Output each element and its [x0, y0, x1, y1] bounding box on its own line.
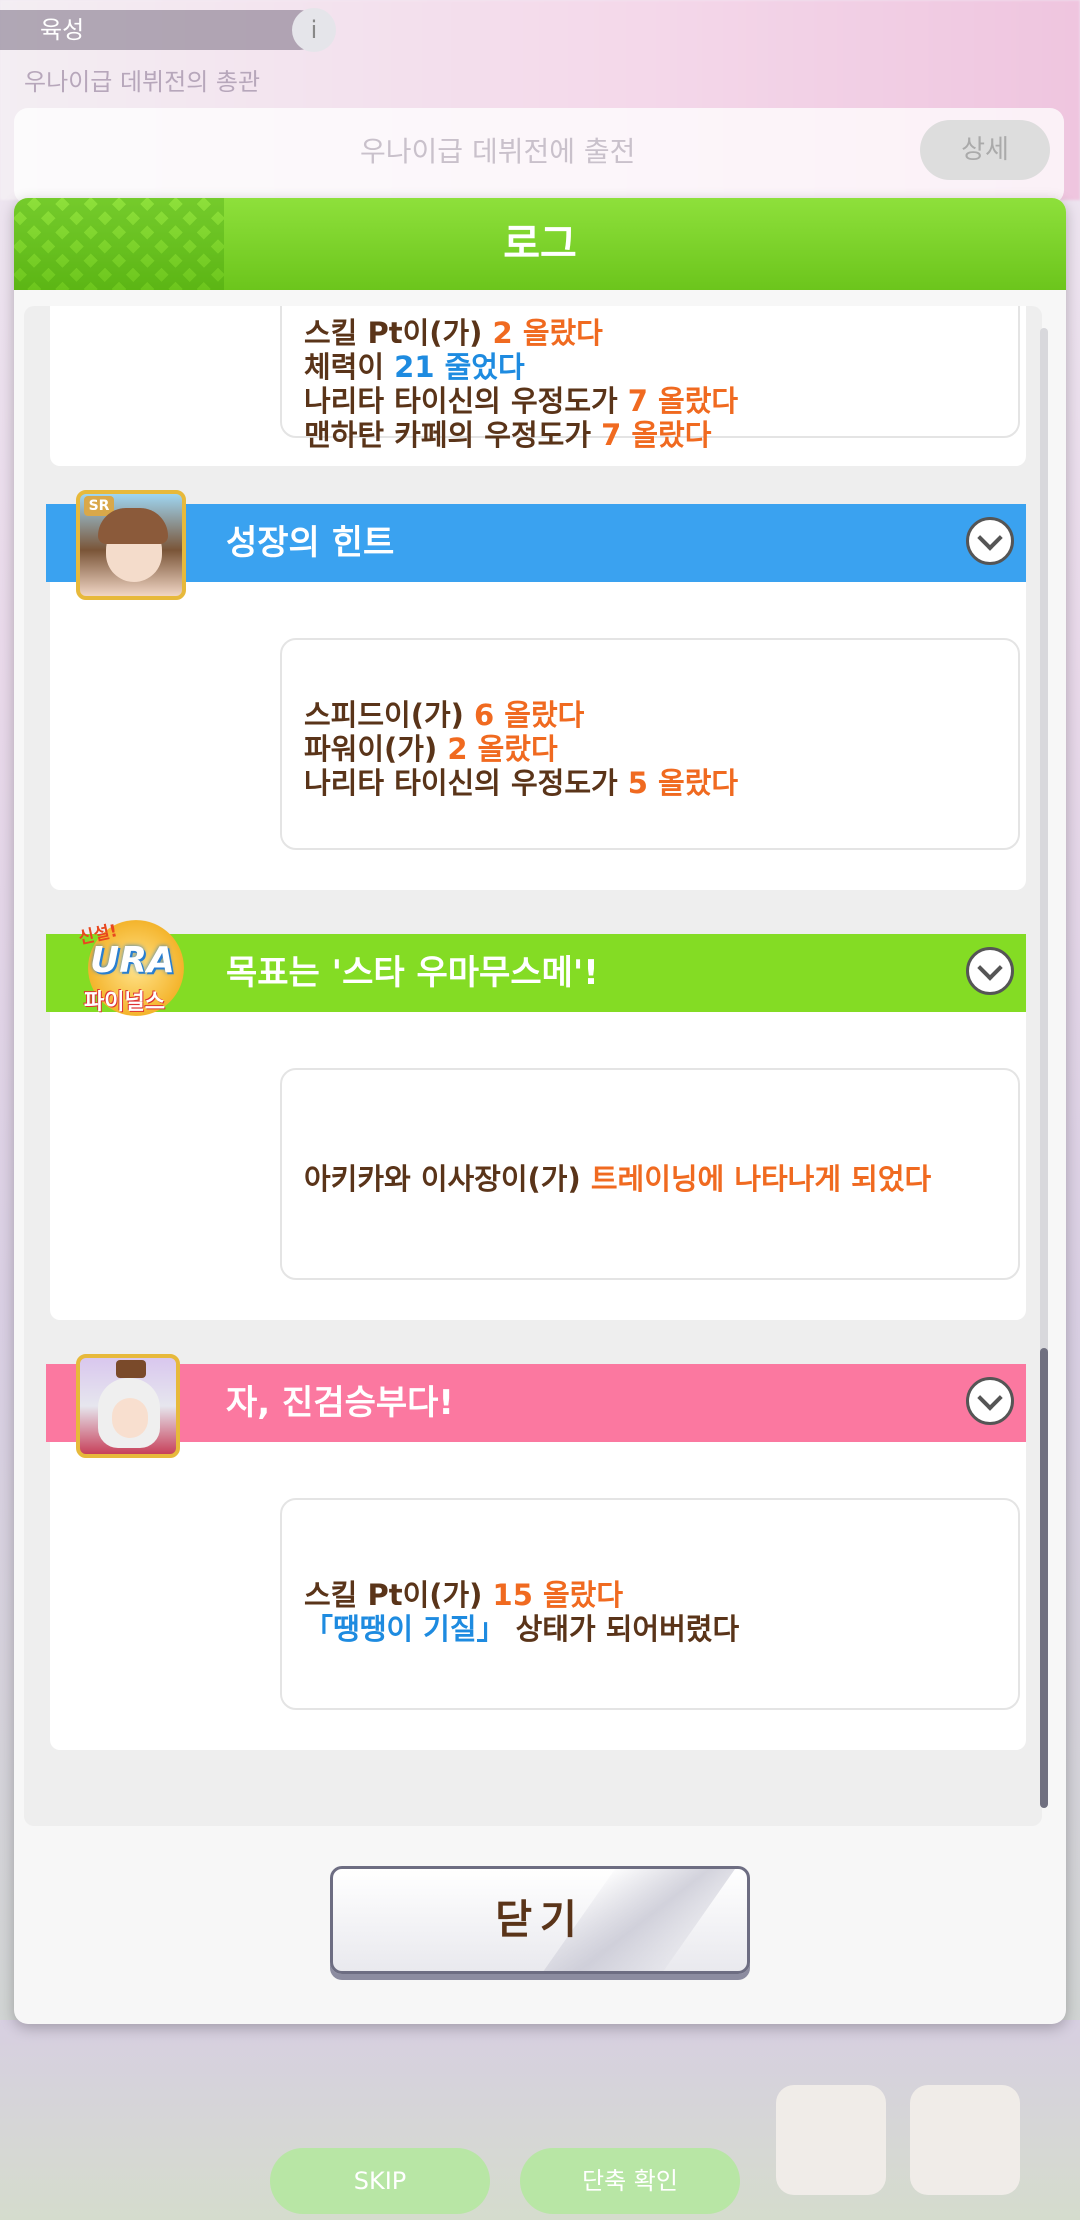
- entry-title: 성장의 힌트: [226, 523, 395, 563]
- ura-finals-logo: 신설! URA 파이널스: [70, 916, 202, 1026]
- background-skip-button: SKIP: [270, 2148, 490, 2214]
- log-list[interactable]: 스킬 Pt이(가) 2 올랐다 체력이 21 줄었다 나리타 타이신의 우정도가…: [24, 306, 1042, 1826]
- entry-title: 목표는 '스타 우마무스메'!: [226, 953, 599, 993]
- close-button[interactable]: 닫기: [330, 1866, 750, 1974]
- logo-mid-text: URA: [90, 940, 175, 981]
- log-line: 아키카와 이사장이(가) 트레이닝에 나타나게 되었다: [304, 1162, 932, 1196]
- background-subtitle: 우나이급 데뷔전의 총관: [24, 68, 261, 96]
- info-icon: i: [292, 8, 336, 52]
- logo-bottom-text: 파이널스: [84, 990, 165, 1015]
- log-textbox: 스킬 Pt이(가) 2 올랐다 체력이 21 줄었다 나리타 타이신의 우정도가…: [280, 306, 1020, 452]
- background-menu-icon: [910, 2085, 1020, 2195]
- support-card-avatar: SR: [76, 490, 186, 600]
- background-top-label: 육성: [0, 10, 320, 50]
- character-hair: [98, 508, 168, 544]
- log-entry: 스킬 Pt이(가) 2 올랐다 체력이 21 줄었다 나리타 타이신의 우정도가…: [50, 306, 1026, 466]
- close-button-label: 닫기: [495, 1897, 585, 1943]
- character-hat: [116, 1360, 146, 1378]
- log-textbox: 아키카와 이사장이(가) 트레이닝에 나타나게 되었다: [280, 1068, 1020, 1280]
- log-modal: 로그 스킬 Pt이(가) 2 올랐다 체력이 21 줄었다 나리타 타이신의 우…: [14, 198, 1066, 2024]
- log-textbox: 스킬 Pt이(가) 15 올랐다 「땡땡이 기질」 상태가 되어버렸다: [280, 1498, 1020, 1710]
- log-textbox: 스피드이(가) 6 올랐다 파워이(가) 2 올랐다 나리타 타이신의 우정도가…: [280, 638, 1020, 850]
- modal-header: 로그: [14, 198, 1066, 290]
- scrollbar[interactable]: [1040, 328, 1048, 1808]
- character-face: [112, 1398, 148, 1438]
- log-entry: 성장의 힌트 SR 스피드이(가) 6 올랐다 파워이(가) 2 올랐다 나리타…: [46, 490, 1026, 890]
- background-tool-icon: [776, 2085, 886, 2195]
- chevron-down-icon[interactable]: [966, 947, 1014, 995]
- chevron-down-icon[interactable]: [966, 1377, 1014, 1425]
- chevron-down-icon[interactable]: [966, 517, 1014, 565]
- log-entry: 목표는 '스타 우마무스메'! 신설! URA 파이널스 아키카와 이사장이(가…: [46, 920, 1026, 1320]
- entry-title: 자, 진검승부다!: [226, 1383, 454, 1423]
- log-entry: 자, 진검승부다! 스킬 Pt이(가) 15 올랐다 「땡땡이 기질」 상태가 …: [46, 1354, 1026, 1750]
- log-line: 「땡땡이 기질」 상태가 되어버렸다: [304, 1612, 740, 1646]
- log-line: 맨하탄 카페의 우정도가 7 올랐다: [304, 418, 712, 452]
- background-quick-button: 단축 확인: [520, 2148, 740, 2214]
- scrollbar-thumb[interactable]: [1040, 1348, 1048, 1808]
- background-goal-text: 우나이급 데뷔전에 출전: [360, 135, 636, 168]
- modal-title: 로그: [503, 221, 577, 267]
- background-detail-button: 상세: [920, 120, 1050, 180]
- log-line: 나리타 타이신의 우정도가 5 올랐다: [304, 766, 739, 800]
- entry-header-hint[interactable]: 성장의 힌트: [46, 504, 1026, 582]
- character-avatar: [76, 1354, 180, 1458]
- entry-header-match[interactable]: 자, 진검승부다!: [46, 1364, 1026, 1442]
